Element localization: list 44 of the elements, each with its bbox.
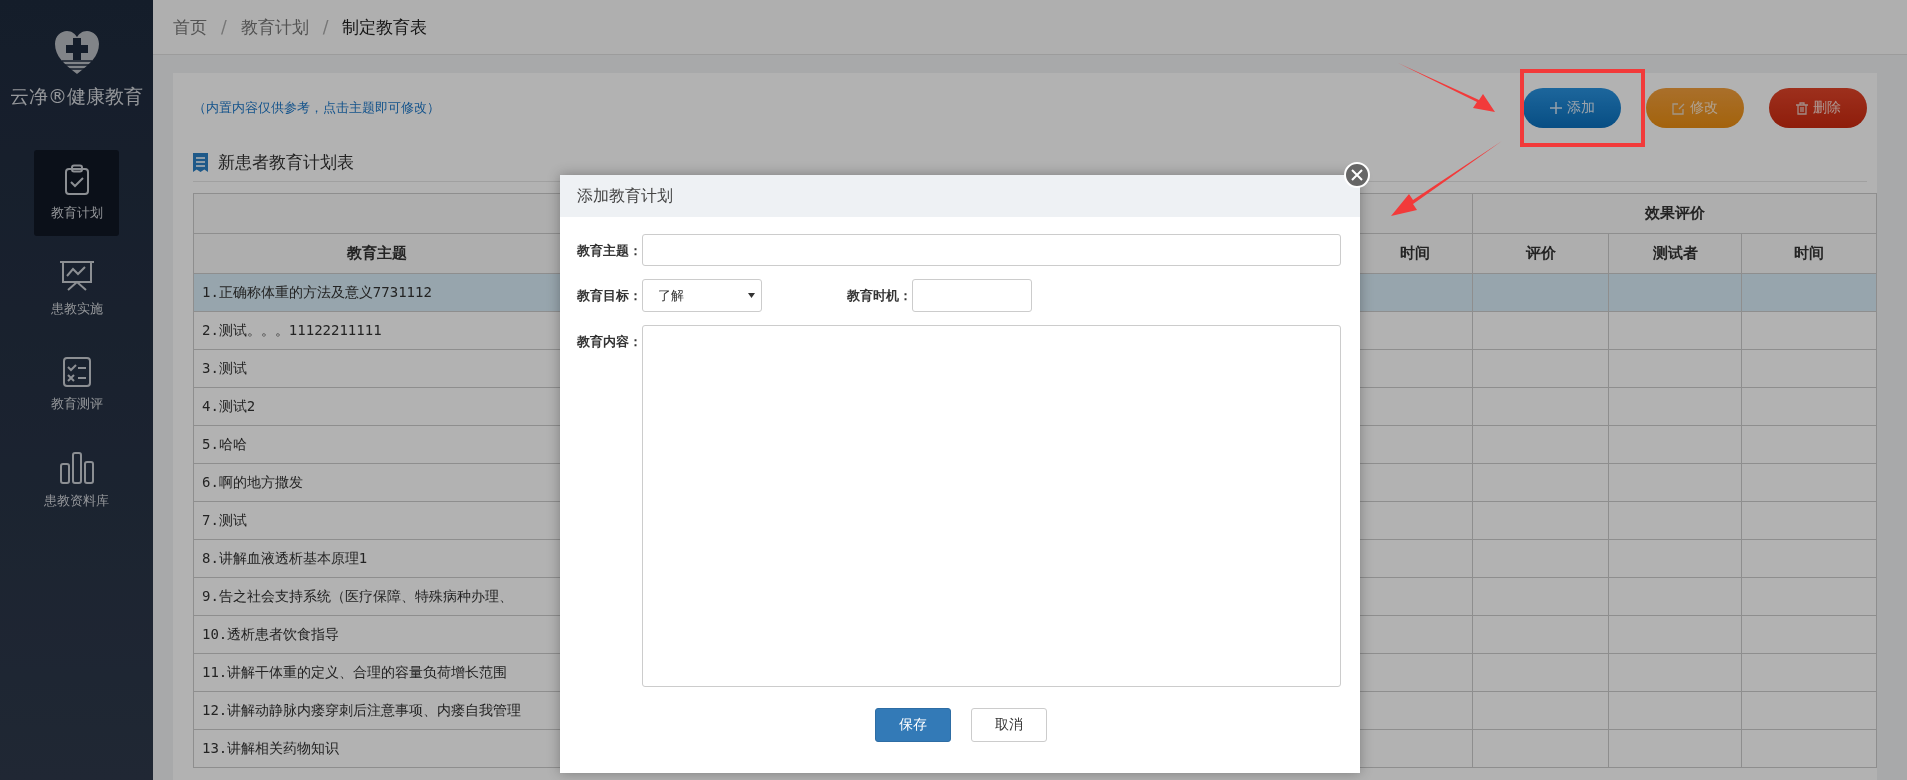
sidebar-label: 患教实施 xyxy=(50,300,103,318)
breadcrumb-separator: / xyxy=(322,17,329,37)
plus-icon xyxy=(1549,102,1562,114)
column-header: 教育主题 xyxy=(194,234,561,274)
timing-input[interactable] xyxy=(912,279,1032,312)
goal-select[interactable]: 了解 xyxy=(642,279,762,312)
brand-name: 云净®健康教育 xyxy=(10,84,143,109)
table-cell[interactable]: 1.正确称体重的方法及意义7731112 xyxy=(194,274,561,312)
hint-text: （内置内容仅供参考，点击主题即可修改） xyxy=(193,99,441,117)
table-title: 新患者教育计划表 xyxy=(218,150,354,174)
breadcrumb-separator: / xyxy=(221,17,227,37)
field-label: 教育主题： xyxy=(576,242,642,260)
heart-cross-logo xyxy=(53,30,100,76)
sidebar-item[interactable]: 教育测评 xyxy=(34,342,119,428)
column-header: 测试者 xyxy=(1609,234,1742,274)
sidebar-item[interactable]: 患教资料库 xyxy=(34,438,119,524)
field-label: 教育时机： xyxy=(846,287,912,305)
edit-icon xyxy=(1672,101,1685,115)
column-group-header: 效果评价 xyxy=(1473,194,1877,234)
breadcrumb-item[interactable]: 教育计划 xyxy=(240,15,309,39)
checklist-icon xyxy=(62,357,91,387)
trash-icon xyxy=(1795,101,1808,115)
cancel-button[interactable]: 取消 xyxy=(970,708,1047,742)
column-header: 评价 xyxy=(1473,234,1609,274)
sidebar-item[interactable]: 教育计划 xyxy=(34,150,119,236)
content-textarea[interactable] xyxy=(642,325,1341,687)
presentation-chart-icon xyxy=(58,260,95,292)
bar-chart-icon xyxy=(58,452,95,484)
clipboard-check-icon xyxy=(63,164,90,196)
save-button[interactable]: 保存 xyxy=(874,708,951,742)
column-header: 时间 xyxy=(1357,234,1473,274)
sidebar-label: 教育测评 xyxy=(50,395,103,413)
field-label: 教育目标： xyxy=(576,287,642,305)
sidebar-label: 患教资料库 xyxy=(44,492,109,510)
breadcrumb-item: 制定教育表 xyxy=(342,15,428,39)
caret-icon xyxy=(748,293,755,298)
sidebar-label: 教育计划 xyxy=(50,204,103,222)
field-label: 教育内容： xyxy=(576,333,642,351)
sidebar-item[interactable]: 患教实施 xyxy=(34,246,119,332)
document-icon xyxy=(193,152,208,172)
breadcrumb-item[interactable]: 首页 xyxy=(173,15,207,39)
topic-input[interactable] xyxy=(642,234,1341,266)
column-header: 时间 xyxy=(1742,234,1877,274)
dialog-title: 添加教育计划 xyxy=(560,175,1360,217)
